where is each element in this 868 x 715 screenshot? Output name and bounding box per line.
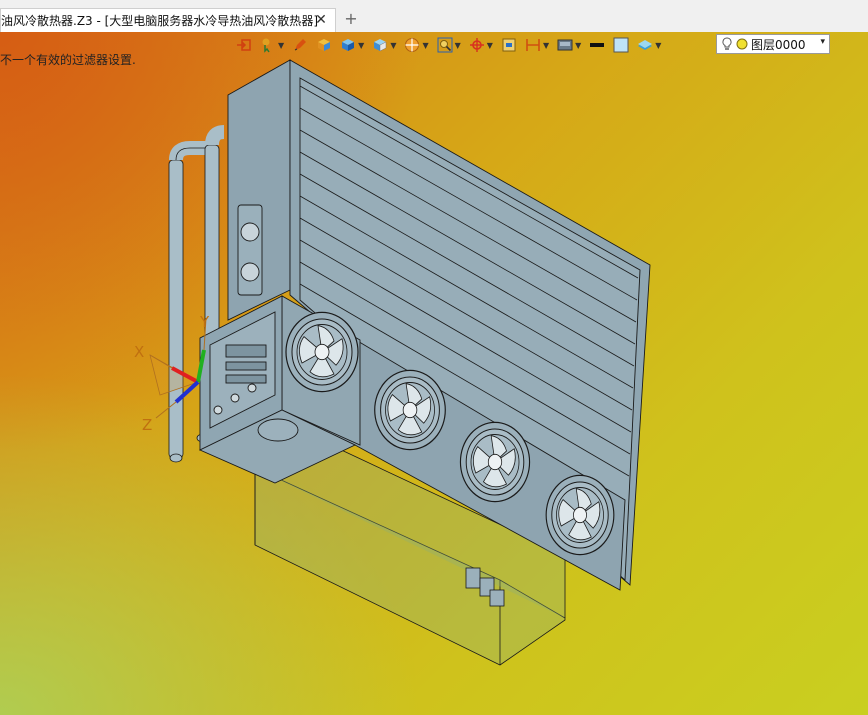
fan-1[interactable] <box>285 311 359 393</box>
side-panel[interactable] <box>227 59 291 321</box>
axis-x-label: X <box>134 343 144 361</box>
axis-z-label: Z <box>142 416 152 434</box>
fan-4[interactable] <box>545 474 615 556</box>
close-icon[interactable]: ✕ <box>313 12 329 28</box>
tab-strip: 油风冷散热器.Z3 - [大型电脑服务器水冷导热油风冷散热器] ✕ + <box>0 0 868 33</box>
document-tab-title: 油风冷散热器.Z3 - [大型电脑服务器水冷导热油风冷散热器] <box>1 14 318 28</box>
graphics-viewport[interactable]: 不一个有效的过滤器设置. ▼ ▼ ▼ ▼ ▼ ▼ ▼ ▼ ▼ 图层0000 ▾ … <box>0 32 868 715</box>
fan-3[interactable] <box>459 421 531 503</box>
model-scene[interactable]: X Y Z <box>0 32 868 715</box>
fan-2[interactable] <box>374 369 446 451</box>
axis-y-label: Y <box>199 313 210 331</box>
new-tab-button[interactable]: + <box>342 10 360 28</box>
document-tab[interactable]: 油风冷散热器.Z3 - [大型电脑服务器水冷导热油风冷散热器] ✕ <box>0 8 336 32</box>
